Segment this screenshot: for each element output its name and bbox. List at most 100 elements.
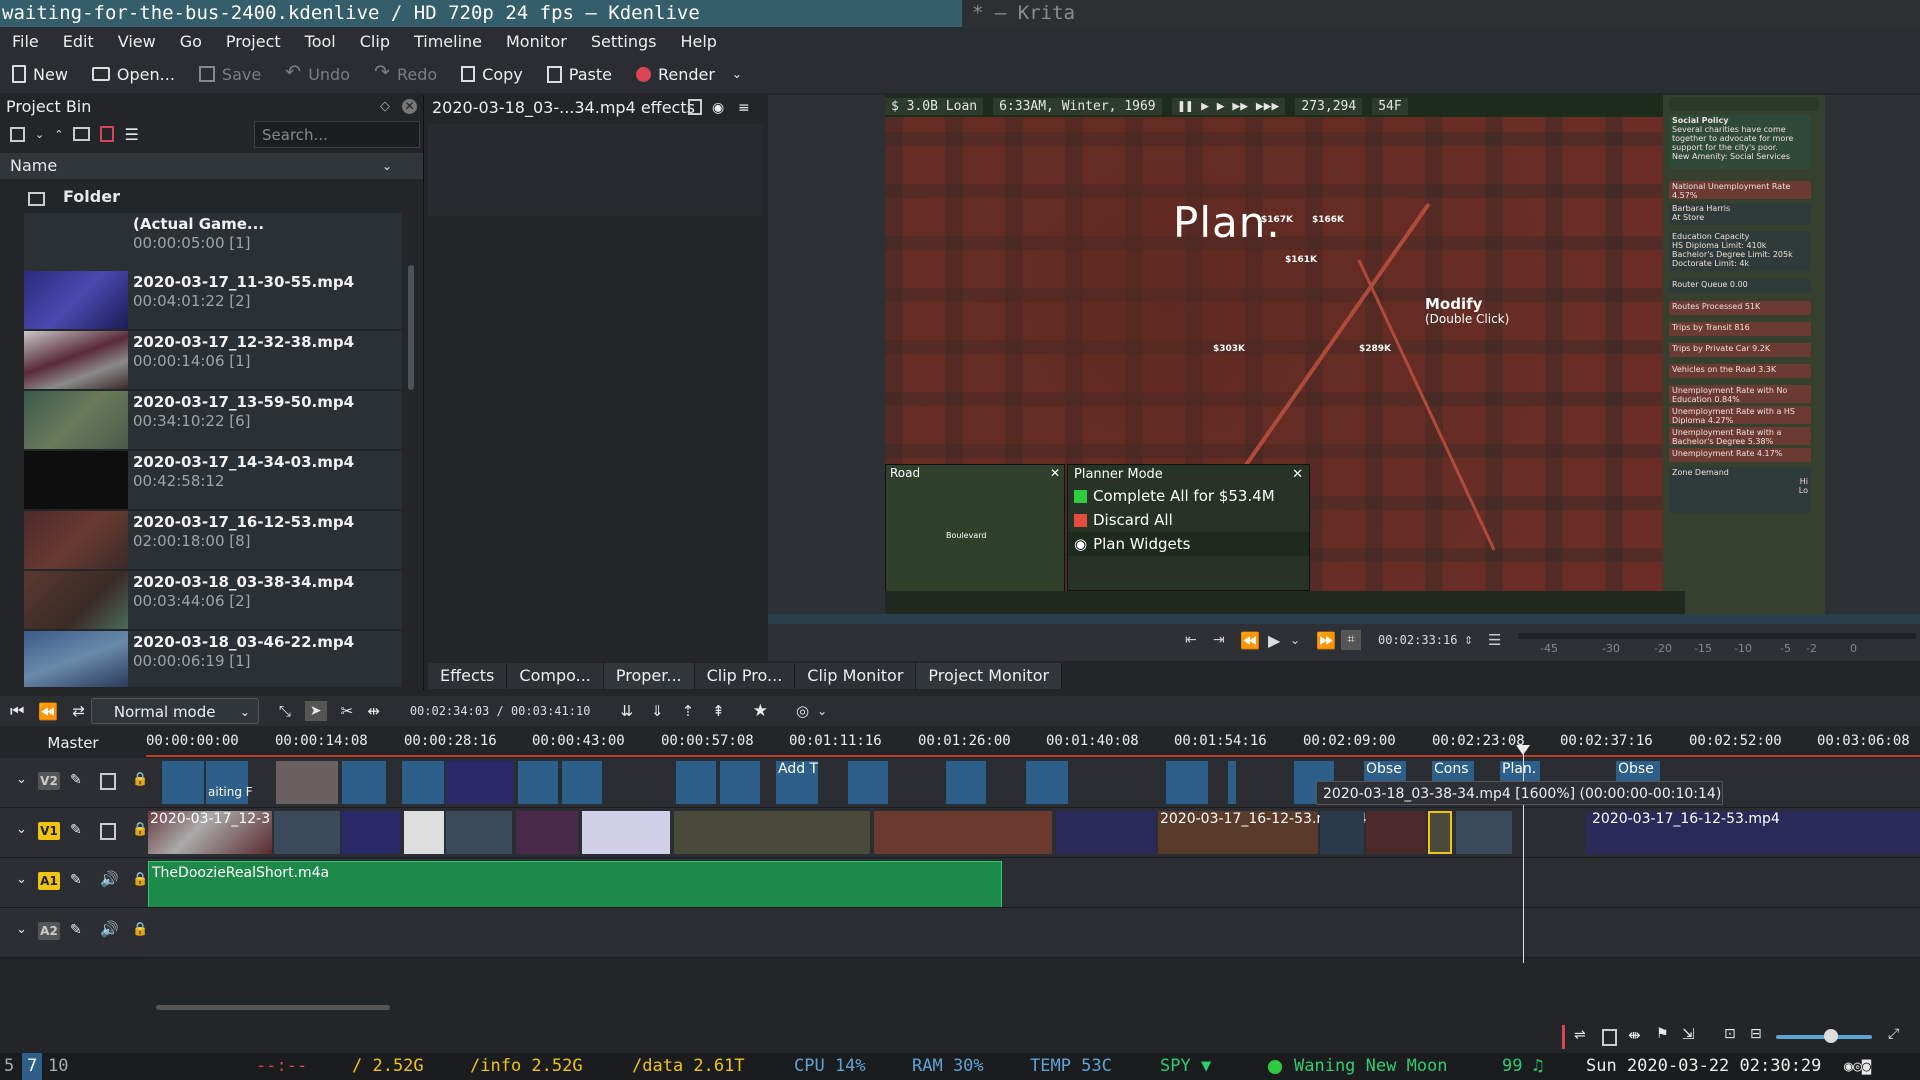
track-header-a2[interactable]: ⌄ A2 ✎ 🔊 🔒 [0, 908, 148, 958]
timeline-clip[interactable] [1320, 811, 1364, 854]
menu-clip[interactable]: Clip [348, 32, 402, 51]
audio-clip[interactable]: TheDoozieRealShort.m4a [148, 861, 1002, 907]
timeline-playhead[interactable] [1523, 745, 1524, 963]
loan-display[interactable]: $ 3.0B Loan [885, 97, 984, 115]
timeline-clip[interactable] [1166, 761, 1208, 804]
tab-effects[interactable]: Effects [428, 663, 508, 689]
timeline-clip[interactable] [1456, 811, 1512, 854]
skip-start-icon[interactable]: ⏮ [10, 701, 24, 721]
close-icon[interactable]: ✕ [1292, 467, 1303, 482]
undo-button[interactable]: Undo [273, 58, 362, 90]
track-name[interactable]: A1 [38, 872, 60, 890]
effects-wand-icon[interactable]: ✎ [70, 922, 82, 938]
render-button[interactable]: Render ⌄ [624, 58, 754, 90]
private-car-row[interactable]: Trips by Private Car 9.2K [1669, 343, 1811, 357]
zoom-slider-handle[interactable] [1824, 1029, 1838, 1043]
float-icon[interactable]: ◇ [380, 95, 390, 119]
name-column-header[interactable]: Name ⌄ [0, 153, 423, 179]
delete-icon[interactable] [100, 126, 115, 142]
workspace-10[interactable]: 10 [48, 1053, 68, 1080]
film-icon[interactable] [100, 773, 116, 790]
close-icon[interactable]: ✕ [1050, 466, 1060, 480]
eye-icon[interactable]: ◉ [712, 95, 724, 121]
add-folder-icon[interactable] [73, 127, 91, 141]
timeline-clip[interactable] [446, 811, 512, 854]
rewind-icon[interactable]: ⏪ [38, 702, 58, 721]
monitor-timecode[interactable]: 00:02:33:16 [1378, 633, 1457, 647]
routes-processed-row[interactable]: Routes Processed 51K [1669, 301, 1811, 315]
timeline-clip[interactable] [402, 761, 444, 804]
unemployment-row[interactable]: Unemployment Rate 4.17% [1669, 448, 1811, 462]
timeline-clip[interactable] [446, 761, 514, 804]
plan-widgets-button[interactable]: ◉ Plan Widgets [1068, 532, 1309, 556]
timeline-clip[interactable] [342, 811, 400, 854]
timeline-clip[interactable] [1026, 761, 1068, 804]
slip-tool-icon[interactable]: ⇹ [367, 702, 380, 720]
list-item[interactable]: 2020-03-17_16-12-53.mp4 02:00:18:00 [8] [24, 511, 402, 569]
menu-icon[interactable]: ☰ [1488, 631, 1501, 649]
razor-tool-icon[interactable]: ✂ [341, 702, 354, 720]
track-lane-a1[interactable]: TheDoozieRealShort.m4a [146, 858, 1920, 908]
timeline-scrollbar[interactable] [156, 1005, 390, 1010]
discard-all-button[interactable]: Discard All [1068, 508, 1309, 532]
menu-tool[interactable]: Tool [293, 32, 348, 51]
timeline-clip[interactable]: 2020-03-17_16-12-53.mp4 [1586, 811, 1920, 854]
unemployment-hs-row[interactable]: Unemployment Rate with a HS Diploma 4.27… [1669, 406, 1811, 425]
video-frame[interactable]: $ 3.0B Loan 6:33AM, Winter, 1969 ❚❚ ▶ ▶ … [885, 95, 1825, 614]
copy-button[interactable]: Copy [449, 58, 535, 90]
workspace-5[interactable]: 5 [4, 1053, 14, 1080]
lift-icon[interactable]: ⇡ [682, 702, 695, 720]
menu-settings[interactable]: Settings [579, 32, 669, 51]
menu-monitor[interactable]: Monitor [494, 32, 579, 51]
zone-icon[interactable]: ⇲ [1682, 1025, 1695, 1043]
chevron-down-icon[interactable]: ⌄ [16, 922, 27, 937]
timeline-clip[interactable]: 2020-03-17_12-3 [148, 811, 272, 854]
tab-clip-properties[interactable]: Clip Pro... [694, 663, 796, 689]
flag-icon[interactable]: ⚑ [1656, 1026, 1669, 1042]
timeline-clip[interactable] [1366, 811, 1426, 854]
timeline-clip[interactable] [518, 761, 558, 804]
open-button[interactable]: Open... [80, 58, 187, 90]
track-lane-v1[interactable]: 2020-03-17_12-3 2020-03-17_16-12-53.mp4 … [146, 808, 1920, 858]
menu-icon[interactable]: ☰ [124, 125, 138, 144]
vehicles-row[interactable]: Vehicles on the Road 3.3K [1669, 364, 1811, 378]
menu-file[interactable]: File [0, 32, 51, 51]
crop-icon[interactable]: ⌗ [1341, 630, 1361, 650]
unemployment-no-edu-row[interactable]: Unemployment Rate with No Education 0.84… [1669, 385, 1811, 404]
effects-wand-icon[interactable]: ✎ [70, 872, 82, 888]
timeline-clip[interactable] [946, 761, 986, 804]
track-lane-a2[interactable] [146, 908, 1920, 958]
timeline-clip[interactable] [848, 761, 888, 804]
chevron-down-icon[interactable]: ⌄ [35, 128, 44, 141]
search-input[interactable]: Search... [254, 121, 420, 148]
chevron-down-icon[interactable]: ⌄ [732, 67, 742, 81]
tab-compositions[interactable]: Compo... [507, 663, 604, 689]
list-item[interactable]: 2020-03-18_03-38-34.mp4 00:03:44:06 [2] [24, 571, 402, 629]
zoom-in-icon[interactable]: ⤢ [1888, 1026, 1899, 1042]
redo-button[interactable]: Redo [362, 58, 449, 90]
tab-properties[interactable]: Proper... [603, 663, 695, 689]
spacer-tool-icon[interactable]: ⤡ [279, 702, 291, 720]
national-unemployment-row[interactable]: National Unemployment Rate 4.57% [1669, 181, 1811, 200]
zone-demand-card[interactable]: Zone Demand Hi Lo [1669, 467, 1811, 513]
timeline-clip[interactable] [404, 811, 444, 854]
paste-button[interactable]: Paste [535, 58, 624, 90]
play-icon[interactable]: ▶ [1268, 631, 1280, 650]
track-name[interactable]: A2 [38, 922, 60, 940]
person-card[interactable]: Barbara Harris At Store [1669, 203, 1811, 225]
new-button[interactable]: New [0, 58, 80, 90]
timeline-clip[interactable] [516, 811, 578, 854]
list-item[interactable]: 2020-03-17_14-34-03.mp4 00:42:58:12 [24, 451, 402, 509]
compare-icon[interactable] [688, 99, 702, 115]
edit-mode-select[interactable]: Normal mode ⌄ [90, 698, 259, 724]
timeline-ruler[interactable]: 00:00:00:00 00:00:14:08 00:00:28:16 00:0… [146, 731, 1920, 757]
overwrite-icon[interactable]: ⇓ [651, 702, 664, 720]
list-item[interactable]: 2020-03-17_12-32-38.mp4 00:00:14:06 [1] [24, 331, 402, 389]
menu-edit[interactable]: Edit [51, 32, 106, 51]
zoom-out-icon[interactable]: ⊟ [1750, 1026, 1762, 1042]
stepper-icon[interactable]: ⇕ [1464, 634, 1473, 647]
list-item[interactable]: (Actual Game... 00:00:05:00 [1] [24, 213, 402, 271]
split-icon[interactable]: ⇼ [1628, 1026, 1641, 1044]
forward-icon[interactable]: ⏩ [1316, 631, 1336, 650]
bin-scrollbar[interactable] [408, 265, 414, 390]
